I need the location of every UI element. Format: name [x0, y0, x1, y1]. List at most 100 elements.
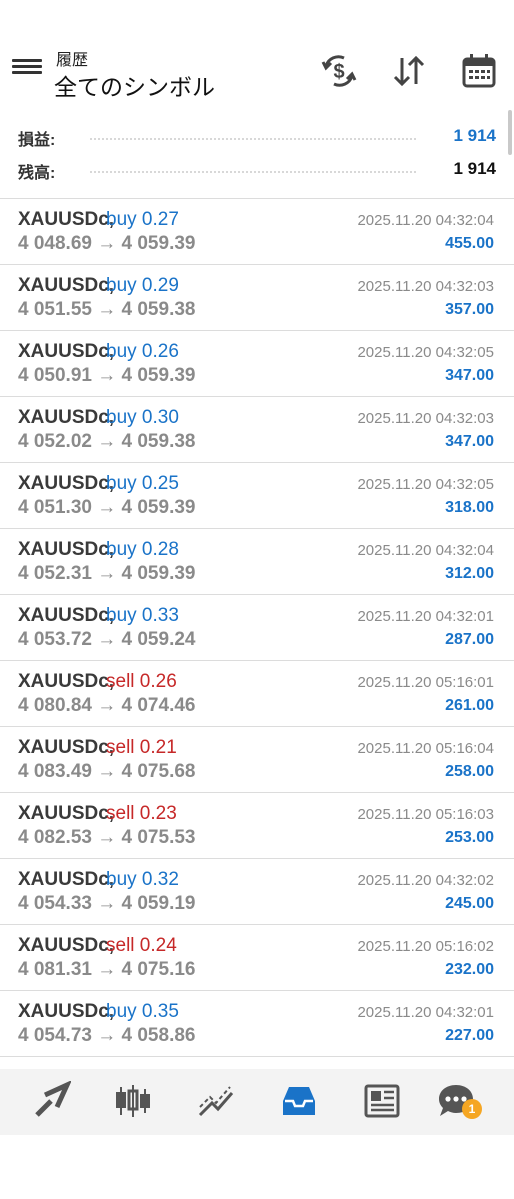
trade-prices: 4 048.69 → 4 059.39: [18, 233, 196, 254]
dotted-leader: [90, 138, 416, 140]
trade-side-volume: buy 0.32: [106, 869, 179, 890]
trade-row[interactable]: XAUUSDc,buy 0.31: [0, 1057, 514, 1069]
trade-prices: 4 083.49 → 4 075.68: [18, 761, 196, 782]
trade-side-volume: sell 0.21: [106, 737, 177, 758]
trade-symbol: XAUUSDc,: [18, 737, 115, 758]
trade-profit: 253.00: [445, 829, 494, 846]
trade-symbol: XAUUSDc,: [18, 935, 115, 956]
trade-profit: 318.00: [445, 499, 494, 516]
trade-side-volume: buy 0.28: [106, 539, 179, 560]
trade-time: 2025.11.20 05:16:02: [357, 938, 494, 955]
trade-profit: 232.00: [445, 961, 494, 978]
trade-row[interactable]: XAUUSDc, buy 0.29 4 051.55 → 4 059.38 2025.…: [0, 265, 514, 331]
sort-icon[interactable]: [390, 52, 428, 90]
trade-row[interactable]: XAUUSDc, buy 0.27 4 048.69 → 4 059.39 2025.…: [0, 199, 514, 265]
trade-profit: 347.00: [445, 433, 494, 450]
trade-time: 2025.11.20 04:32:01: [357, 1004, 494, 1021]
trade-symbol: XAUUSDc,: [18, 473, 115, 494]
bottom-nav: [0, 1069, 514, 1135]
trade-side-volume: buy 0.29: [106, 275, 179, 296]
trade-symbol: XAUUSDc,: [18, 341, 115, 362]
profit-row: 損益: 1 914: [18, 126, 496, 150]
trade-side-volume: sell 0.23: [106, 803, 177, 824]
summary-panel: 損益: 1 914 残高: 1 914: [0, 112, 514, 199]
balance-label: 残高:: [18, 165, 56, 182]
trade-prices: 4 053.72 → 4 059.24: [18, 629, 196, 650]
trade-profit: 312.00: [445, 565, 494, 582]
trade-row[interactable]: XAUUSDc, buy 0.25 4 051.30 → 4 059.39 2025.…: [0, 463, 514, 529]
trade-symbol: XAUUSDc,: [18, 869, 115, 890]
trade-time: 2025.11.20 04:32:05: [357, 476, 494, 493]
trade-prices: 4 052.02 → 4 059.38: [18, 431, 196, 452]
profit-label: 損益:: [18, 132, 56, 149]
calendar-icon[interactable]: [460, 52, 498, 90]
trade-prices: 4 081.31 → 4 075.16: [18, 959, 196, 980]
balance-row: 残高: 1 914: [18, 159, 496, 183]
trade-row[interactable]: XAUUSDc, buy 0.30 4 052.02 → 4 059.38 2025.…: [0, 397, 514, 463]
trade-side-volume: buy 0.35: [106, 1001, 179, 1022]
trade-side-volume: buy 0.26: [106, 341, 179, 362]
trade-profit: 347.00: [445, 367, 494, 384]
trade-row[interactable]: XAUUSDc, sell 0.24 4 081.31 → 4 075.16 2025…: [0, 925, 514, 991]
trade-row[interactable]: XAUUSDc, buy 0.26 4 050.91 → 4 059.39 2025.…: [0, 331, 514, 397]
trade-list[interactable]: XAUUSDc, buy 0.27 4 048.69 → 4 059.39 2025.…: [0, 199, 514, 1069]
trade-prices: 4 054.73 → 4 058.86: [18, 1025, 196, 1046]
trade-prices: 4 082.53 → 4 075.53: [18, 827, 196, 848]
trade-time: 2025.11.20 05:16:04: [357, 740, 494, 757]
trade-time: 2025.11.20 04:32:02: [357, 872, 494, 889]
trade-row[interactable]: XAUUSDc, buy 0.28 4 052.31 → 4 059.39 2025.…: [0, 529, 514, 595]
trade-profit: 245.00: [445, 895, 494, 912]
trade-time: 2025.11.20 05:16:01: [357, 674, 494, 691]
trend-icon[interactable]: [196, 1081, 236, 1121]
scrollbar[interactable]: [508, 110, 512, 155]
trade-row[interactable]: XAUUSDc, buy 0.32 4 054.33 → 4 059.19 2025.…: [0, 859, 514, 925]
trade-side-volume: buy 0.30: [106, 407, 179, 428]
inbox-history-icon[interactable]: [279, 1081, 319, 1121]
page-title[interactable]: 全てのシンボル: [54, 68, 215, 102]
trade-row[interactable]: XAUUSDc, sell 0.23 4 082.53 → 4 075.53 2025…: [0, 793, 514, 859]
trade-profit: 455.00: [445, 235, 494, 252]
trade-side-volume: sell 0.26: [106, 671, 177, 692]
svg-text:$: $: [333, 61, 344, 83]
trade-side-volume: sell 0.24: [106, 935, 177, 956]
trade-profit: 258.00: [445, 763, 494, 780]
news-icon[interactable]: [362, 1081, 402, 1121]
trade-row[interactable]: XAUUSDc, buy 0.33 4 053.72 → 4 059.24 2025.…: [0, 595, 514, 661]
trade-side-volume: buy 0.25: [106, 473, 179, 494]
trade-prices: 4 051.30 → 4 059.39: [18, 497, 196, 518]
trade-profit: 287.00: [445, 631, 494, 648]
trade-prices: 4 080.84 → 4 074.46: [18, 695, 196, 716]
profit-value: 1 914: [453, 126, 496, 145]
app-header: 履歴 全てのシンボル $: [0, 0, 514, 112]
dotted-leader: [90, 171, 416, 173]
trade-side-volume: buy 0.27: [106, 209, 179, 230]
trade-profit: 261.00: [445, 697, 494, 714]
trade-row[interactable]: XAUUSDc, buy 0.35 4 054.73 → 4 058.86 2025.…: [0, 991, 514, 1057]
currency-exchange-icon[interactable]: $: [320, 52, 358, 90]
candlestick-chart-icon[interactable]: [113, 1081, 153, 1121]
trade-profit: 227.00: [445, 1027, 494, 1044]
trade-time: 2025.11.20 04:32:05: [357, 344, 494, 361]
trade-time: 2025.11.20 04:32:04: [357, 542, 494, 559]
trade-prices: 4 054.33 → 4 059.19: [18, 893, 196, 914]
trade-symbol: XAUUSDc,: [18, 1001, 115, 1022]
menu-icon[interactable]: [12, 56, 42, 82]
trade-row[interactable]: XAUUSDc, sell 0.26 4 080.84 → 4 074.46 2025…: [0, 661, 514, 727]
balance-value: 1 914: [453, 159, 496, 178]
trade-row[interactable]: XAUUSDc, sell 0.21 4 083.49 → 4 075.68 2025…: [0, 727, 514, 793]
trade-symbol: XAUUSDc,: [18, 209, 115, 230]
trade-symbol: XAUUSDc,: [18, 605, 115, 626]
trade-time: 2025.11.20 04:32:01: [357, 608, 494, 625]
trade-symbol: XAUUSDc,: [18, 539, 115, 560]
trade-symbol: XAUUSDc,: [18, 275, 115, 296]
trade-time: 2025.11.20 04:32:03: [357, 278, 494, 295]
trade-symbol: XAUUSDc,: [18, 671, 115, 692]
trade-icon[interactable]: [31, 1081, 71, 1121]
trade-side-volume: buy 0.33: [106, 605, 179, 626]
trade-profit: 357.00: [445, 301, 494, 318]
page-subtitle: 履歴: [56, 52, 89, 69]
trade-symbol: XAUUSDc,: [18, 407, 115, 428]
trade-time: 2025.11.20 04:32:03: [357, 410, 494, 427]
trade-time: 2025.11.20 05:16:03: [357, 806, 494, 823]
trade-time: 2025.11.20 04:32:04: [357, 212, 494, 229]
